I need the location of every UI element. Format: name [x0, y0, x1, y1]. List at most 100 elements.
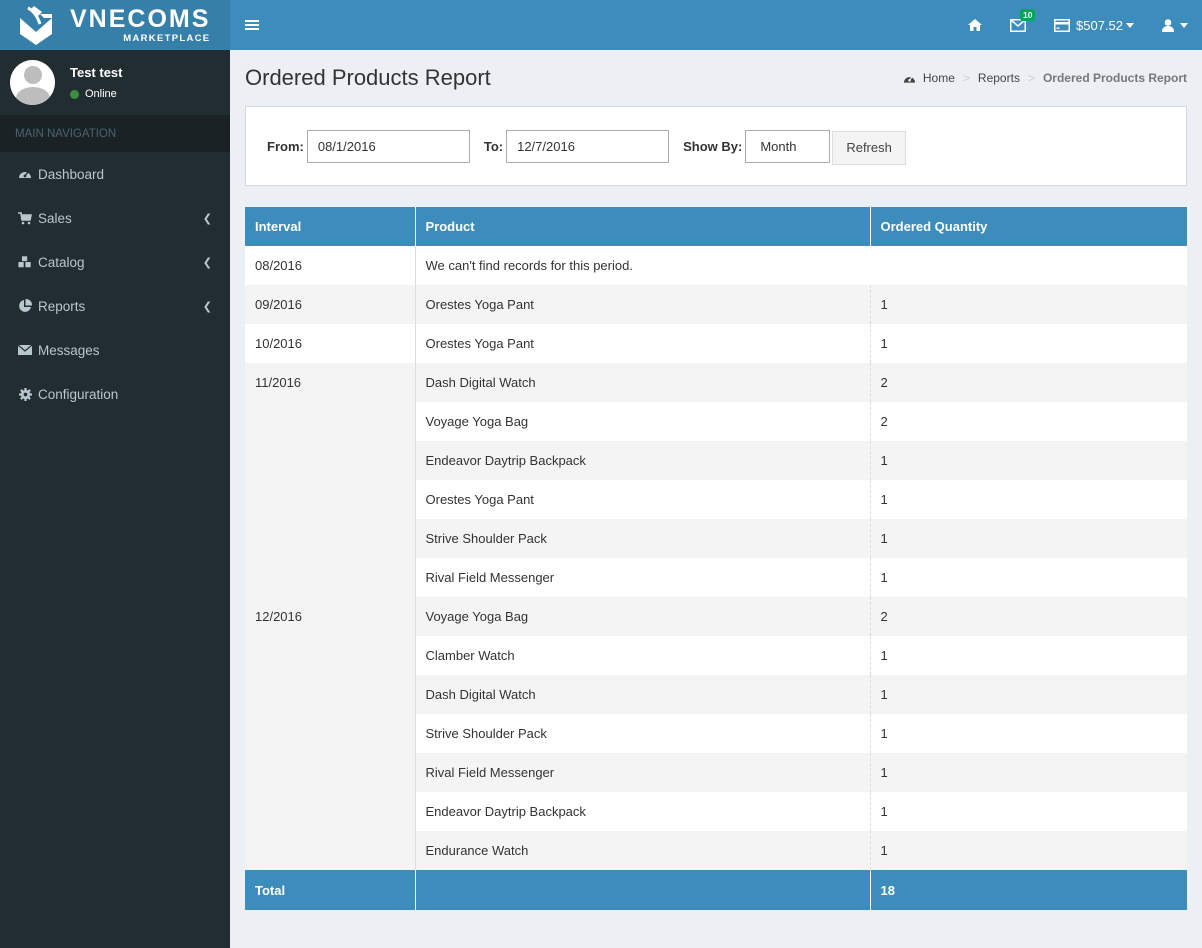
messages-button[interactable]: 10: [996, 0, 1040, 50]
caret-down-icon: [1180, 22, 1188, 28]
table-header-row: Interval Product Ordered Quantity: [245, 207, 1187, 246]
messages-count-badge: 10: [1020, 9, 1036, 21]
sidebar-nav: Dashboard Sales ❮ Catalog ❮ Reports ❮ Me…: [0, 152, 230, 416]
cart-icon: [18, 211, 32, 225]
user-status-label: Online: [85, 88, 117, 100]
column-header-ordered-quantity: Ordered Quantity: [870, 207, 1187, 246]
sidebar-item-label: Sales: [38, 210, 72, 226]
home-button[interactable]: [954, 0, 996, 50]
table-row: 12/2016 Voyage Yoga Bag 2: [245, 597, 1187, 870]
breadcrumb: Home > Reports > Ordered Products Report: [903, 71, 1187, 85]
quantity-cell: 1: [869, 831, 1187, 870]
quantity-cell: 1: [869, 636, 1187, 675]
brand-name: VNECOMS: [70, 4, 211, 33]
quantity-cell: 1: [869, 558, 1187, 597]
chevron-left-icon: ❮: [202, 300, 212, 313]
quantity-cell: 1: [869, 441, 1187, 480]
breadcrumb-current: Ordered Products Report: [1042, 71, 1187, 85]
product-cell: Strive Shoulder Pack: [414, 519, 870, 558]
sidebar-item-messages[interactable]: Messages: [0, 328, 230, 372]
dashboard-icon: [903, 76, 915, 83]
sidebar-item-catalog[interactable]: Catalog ❮: [0, 240, 230, 284]
nav-header: MAIN NAVIGATION: [0, 115, 230, 152]
sidebar-item-label: Reports: [38, 298, 86, 314]
product-cell: Dash Digital Watch: [414, 675, 870, 714]
product-cell: Endeavor Daytrip Backpack: [414, 441, 870, 480]
sidebar-item-label: Catalog: [38, 254, 85, 270]
user-panel: Test test Online: [0, 50, 230, 115]
refresh-button[interactable]: Refresh: [832, 130, 906, 165]
report-filter-form: From: To: Show By: Refresh: [245, 106, 1187, 186]
table-row: 11/2016 Dash Digital Watch 2: [245, 363, 1187, 597]
sidebar-item-reports[interactable]: Reports ❮: [0, 284, 230, 328]
table-body: 08/2016 We can't find records for this pe…: [245, 246, 1187, 870]
dashboard-icon: [18, 167, 32, 181]
quantity-cell: 2: [869, 363, 1187, 402]
from-label: From:: [267, 138, 304, 154]
sidebar-item-sales[interactable]: Sales ❮: [0, 196, 230, 240]
user-menu-dropdown[interactable]: [1148, 0, 1202, 50]
breadcrumb-home[interactable]: Home: [923, 71, 955, 85]
breadcrumb-separator: >: [1027, 71, 1035, 85]
quantity-cell: 1: [869, 480, 1187, 519]
quantity-cell: 1: [869, 324, 1187, 363]
product-cell: Strive Shoulder Pack: [414, 714, 870, 753]
to-date-input[interactable]: [506, 129, 670, 163]
interval-cell: 11/2016: [245, 363, 416, 597]
to-label: To:: [483, 138, 504, 154]
quantity-cell: 1: [869, 675, 1187, 714]
sidebar-item-label: Dashboard: [38, 166, 105, 182]
logo-icon: [20, 6, 52, 45]
product-cell: Endeavor Daytrip Backpack: [414, 792, 870, 831]
top-navbar: 10 $507.52: [230, 0, 1202, 50]
product-cell: Orestes Yoga Pant: [414, 285, 870, 324]
logo[interactable]: VNECOMS MARKETPLACE: [0, 0, 230, 50]
quantity-cell: 1: [869, 753, 1187, 792]
product-cell: Voyage Yoga Bag: [414, 402, 870, 441]
total-quantity: 18: [870, 870, 1187, 910]
brand-tagline: MARKETPLACE: [123, 32, 211, 44]
quantity-cell: 2: [869, 402, 1187, 441]
product-cell: Orestes Yoga Pant: [414, 480, 870, 519]
home-icon: [968, 19, 982, 31]
online-dot-icon: [70, 89, 79, 99]
interval-cell: 09/2016: [245, 285, 416, 324]
total-product-cell: [415, 870, 871, 910]
pie-chart-icon: [18, 299, 32, 313]
table-row: 09/2016 Orestes Yoga Pant 1: [245, 285, 1187, 324]
interval-cell: 12/2016: [245, 597, 416, 870]
product-cell: Endurance Watch: [414, 831, 870, 870]
quantity-cell: 1: [869, 792, 1187, 831]
caret-down-icon: [1126, 22, 1134, 28]
sidebar-toggle-icon[interactable]: [245, 18, 259, 32]
product-cell: Voyage Yoga Bag: [414, 597, 870, 636]
from-date-input[interactable]: [306, 129, 470, 163]
empty-message-cell: We can't find records for this period.: [414, 246, 1187, 285]
quantity-cell: 1: [869, 519, 1187, 558]
user-icon: [1162, 18, 1174, 32]
quantity-cell: 1: [869, 285, 1187, 324]
sidebar-item-label: Configuration: [38, 386, 119, 402]
ordered-products-table: Interval Product Ordered Quantity 08/201…: [245, 207, 1187, 910]
sidebar-item-label: Messages: [38, 342, 100, 358]
table-total-row: Total 18: [245, 870, 1187, 910]
main-content: Ordered Products Report Home > Reports >…: [230, 50, 1202, 948]
column-header-product: Product: [415, 207, 871, 246]
gear-icon: [18, 387, 32, 401]
table-row: 08/2016 We can't find records for this pe…: [245, 246, 1187, 285]
quantity-cell: 1: [869, 714, 1187, 753]
product-cell: Dash Digital Watch: [414, 363, 870, 402]
breadcrumb-reports[interactable]: Reports: [978, 71, 1020, 85]
sidebar: VNECOMS MARKETPLACE Test test Online MAI…: [0, 0, 230, 948]
show-by-select[interactable]: [745, 129, 831, 163]
balance-dropdown[interactable]: $507.52: [1040, 0, 1148, 50]
user-name: Test test: [70, 65, 123, 80]
chevron-left-icon: ❮: [202, 212, 212, 225]
sidebar-item-dashboard[interactable]: Dashboard: [0, 152, 230, 196]
credit-card-icon: [1054, 18, 1070, 32]
chevron-left-icon: ❮: [202, 256, 212, 269]
interval-cell: 08/2016: [245, 246, 416, 285]
page-title: Ordered Products Report: [245, 65, 491, 90]
sidebar-item-configuration[interactable]: Configuration: [0, 372, 230, 416]
cubes-icon: [18, 255, 32, 269]
